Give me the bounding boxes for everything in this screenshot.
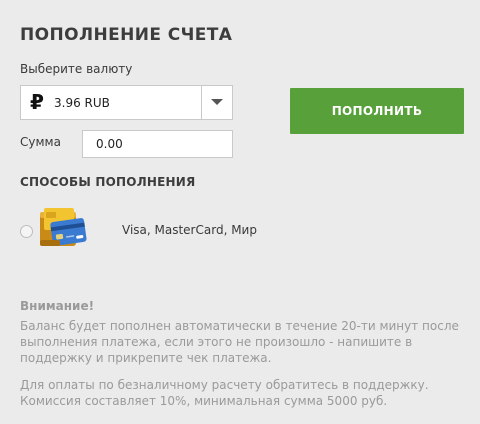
currency-select[interactable]: ₽ 3.96 RUB: [20, 85, 233, 120]
notice-title: Внимание!: [20, 299, 95, 313]
payment-methods-title: СПОСОБЫ ПОПОЛНЕНИЯ: [20, 175, 196, 189]
currency-label: Выберите валюту: [20, 62, 133, 76]
topup-button[interactable]: ПОПОЛНИТЬ: [290, 88, 464, 134]
cashless-payment-notice: Для оплаты по безналичному расчету обрат…: [20, 377, 465, 409]
payment-method-label: Visa, MasterCard, Мир: [122, 223, 257, 237]
amount-input[interactable]: 0.00: [82, 130, 233, 158]
amount-label: Сумма: [20, 135, 61, 149]
chevron-down-icon[interactable]: [209, 97, 225, 107]
page-title: ПОПОЛНЕНИЕ СЧЕТА: [20, 25, 233, 45]
cashless-line-1: Для оплаты по безналичному расчету обрат…: [20, 378, 429, 392]
currency-selected-value: 3.96 RUB: [54, 96, 110, 110]
select-divider: [201, 86, 202, 119]
notice-text: Баланс будет пополнен автоматически в те…: [20, 319, 459, 365]
payment-method-radio[interactable]: [20, 225, 33, 238]
ruble-icon: ₽: [30, 90, 44, 114]
cashless-line-2: Комиссия составляет 10%, минимальная сум…: [20, 394, 388, 408]
credit-card-icon: [40, 208, 87, 246]
